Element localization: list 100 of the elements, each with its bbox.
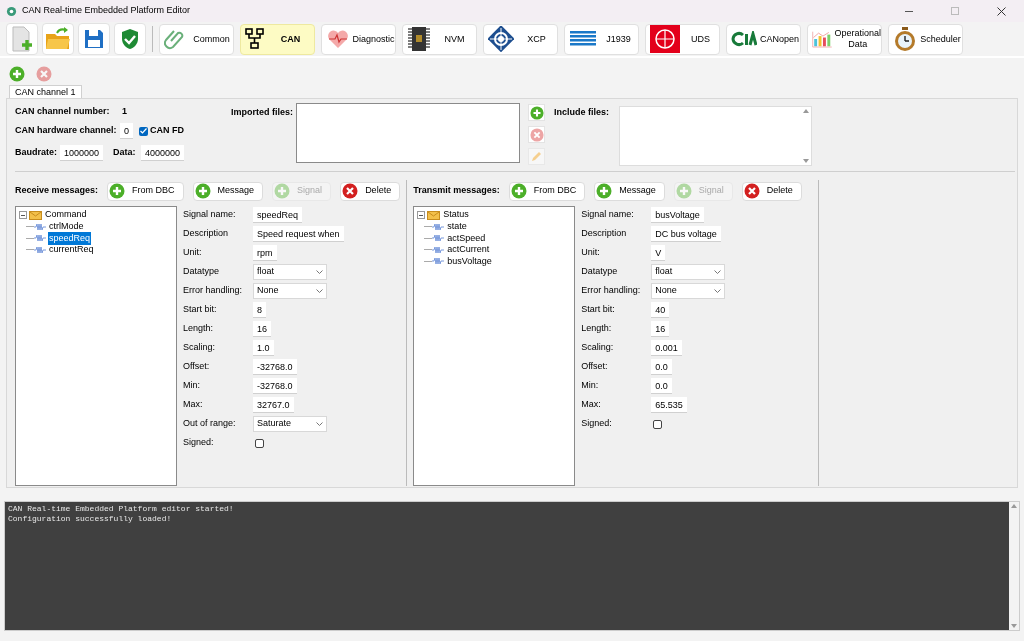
text-field[interactable]: -32768.0: [253, 378, 297, 394]
can-fd-checkbox[interactable]: CAN FD: [139, 124, 184, 138]
text-field[interactable]: 65.535: [651, 397, 687, 413]
text-field[interactable]: rpm: [253, 245, 277, 261]
toolbar-button[interactable]: Message: [594, 181, 665, 201]
text-field[interactable]: DC bus voltage: [651, 226, 721, 242]
field-label: Max:: [183, 398, 204, 412]
pencil-icon: [531, 151, 542, 162]
module-tab[interactable]: CAN: [240, 23, 315, 55]
tree-item[interactable]: busVoltage: [446, 254, 493, 268]
remove-channel-button[interactable]: [36, 65, 53, 82]
scrollbar[interactable]: [1009, 502, 1019, 630]
waveform-icon: [432, 222, 445, 231]
dropdown[interactable]: None: [651, 283, 726, 299]
field-label: Signed:: [581, 417, 613, 431]
module-tab[interactable]: J1939: [564, 23, 639, 55]
checkbox[interactable]: [653, 419, 663, 429]
text-field[interactable]: 32767.0: [253, 397, 294, 413]
tree-item[interactable]: actSpeed: [446, 231, 487, 245]
add-icon: [274, 183, 291, 199]
tree-item[interactable]: state: [446, 220, 468, 234]
waveform-icon: [432, 234, 445, 243]
text-field[interactable]: 0.001: [651, 340, 682, 356]
open-folder-button[interactable]: [42, 23, 74, 55]
save-button[interactable]: [78, 23, 110, 55]
text-field[interactable]: 4000000: [141, 145, 185, 161]
tree-item[interactable]: Command: [44, 208, 88, 222]
module-tab[interactable]: Common: [159, 23, 234, 55]
text-field[interactable]: -32768.0: [253, 359, 297, 375]
text-field[interactable]: speedReq: [253, 207, 303, 223]
dropdown[interactable]: Saturate: [253, 416, 327, 432]
scrollbar[interactable]: [801, 107, 811, 165]
channel-tab[interactable]: CAN channel 1: [9, 85, 82, 98]
tree-item[interactable]: speedReq: [48, 231, 92, 245]
field-label: Include files:: [554, 106, 610, 119]
module-tab[interactable]: XCP: [483, 23, 558, 55]
envelope-icon: [29, 210, 42, 220]
field-label: Min:: [581, 379, 600, 393]
dropdown[interactable]: None: [253, 283, 327, 299]
field-label: Description: [183, 227, 230, 241]
validate-button[interactable]: [114, 23, 146, 55]
folder-icon: [45, 27, 71, 51]
field-label: Offset:: [183, 360, 211, 374]
field-label: Scaling:: [183, 341, 217, 355]
text-field[interactable]: V: [651, 245, 666, 261]
field-label: Signal name:: [581, 208, 635, 222]
module-tab[interactable]: NVM: [402, 23, 477, 55]
waveform-icon: [34, 245, 46, 254]
close-icon: [996, 6, 1006, 16]
scroll-down-icon: [1011, 624, 1017, 628]
field-label: Error handling:: [183, 284, 244, 298]
add-file-button[interactable]: [528, 104, 545, 121]
field-label: Offset:: [581, 360, 609, 374]
text-field[interactable]: Speed request when: [253, 226, 344, 242]
tree-item[interactable]: actCurrent: [446, 243, 491, 257]
toolbar-button[interactable]: From DBC: [107, 181, 184, 201]
field-label: CAN hardware channel:: [15, 124, 118, 138]
scroll-down-icon: [803, 159, 809, 163]
module-tab[interactable]: Operational Data: [807, 23, 882, 55]
text-field[interactable]: 40: [651, 302, 670, 318]
collapse-toggle[interactable]: [417, 211, 426, 219]
text-field[interactable]: busVoltage: [651, 207, 704, 223]
new-file-icon: [10, 26, 34, 52]
tree-item[interactable]: Status: [442, 208, 470, 222]
text-field[interactable]: 1000000: [60, 145, 104, 161]
text-field[interactable]: 0.0: [651, 359, 672, 375]
toolbar-button[interactable]: Delete: [340, 181, 401, 201]
waveform-icon: [432, 245, 445, 254]
add-channel-button[interactable]: [9, 65, 26, 82]
toolbar-button[interactable]: Delete: [741, 181, 802, 201]
text-field[interactable]: 0: [120, 123, 133, 139]
window-title: CAN Real-time Embedded Platform Editor: [22, 4, 191, 18]
text-field[interactable]: 8: [253, 302, 266, 318]
chevron-down-icon: [316, 289, 323, 293]
app-icon: [6, 5, 17, 17]
remove-file-button[interactable]: [528, 126, 545, 143]
heart-icon: [326, 28, 350, 50]
text-field[interactable]: 0.0: [651, 378, 672, 394]
module-tab[interactable]: CANopen: [726, 23, 801, 55]
dropdown[interactable]: float: [651, 264, 726, 280]
module-tab[interactable]: Scheduler: [888, 23, 963, 55]
checkbox[interactable]: [255, 438, 264, 448]
tree-item[interactable]: currentReq: [48, 243, 95, 257]
text-field[interactable]: 1.0: [253, 340, 274, 356]
text-field[interactable]: 16: [253, 321, 271, 337]
collapse-toggle[interactable]: [19, 211, 27, 219]
toolbar-button[interactable]: Message: [192, 181, 264, 201]
tree-item[interactable]: ctrlMode: [48, 220, 85, 234]
add-icon: [675, 183, 692, 199]
add-icon: [9, 65, 25, 82]
chevron-down-icon: [714, 289, 722, 293]
imported-files-list[interactable]: [296, 103, 520, 163]
module-tab[interactable]: UDS: [645, 23, 720, 55]
delete-icon: [529, 127, 544, 142]
dropdown[interactable]: float: [253, 264, 327, 280]
toolbar-button[interactable]: From DBC: [508, 181, 586, 201]
leaf-logo-icon: [731, 31, 757, 47]
module-tab[interactable]: Diagnostic: [321, 23, 396, 55]
text-field[interactable]: 16: [651, 321, 670, 337]
new-file-button[interactable]: [6, 23, 38, 55]
